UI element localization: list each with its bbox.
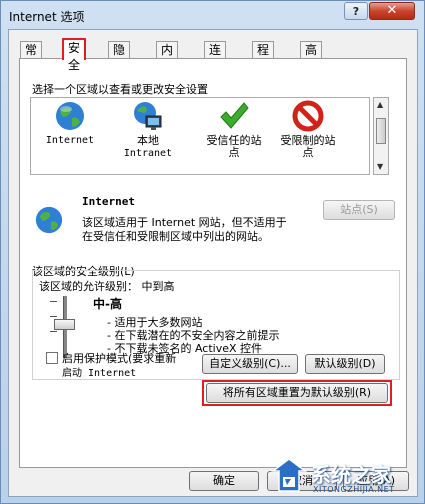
slider-tick-3 bbox=[50, 331, 57, 332]
scroll-up-icon[interactable]: ▲ bbox=[377, 100, 383, 109]
protected-mode-label-line2: 启动 Internet bbox=[62, 368, 137, 379]
selected-zone-name: Internet bbox=[82, 195, 135, 208]
slider-tick-top bbox=[50, 301, 57, 302]
watermark-subtext: XITONGZHIJIA.NET bbox=[313, 485, 395, 494]
zone-list: Internet 本地 Intranet 受信任的站 点 受限制的站 点 bbox=[30, 97, 370, 175]
zone-local-intranet-label-line1: 本地 bbox=[137, 134, 159, 147]
dialog-client-area: 常规 安全 隐私 内容 连接 程序 高级 选择一个区域以查看或更改安全设置 I bbox=[8, 29, 418, 497]
ok-button[interactable]: 确定 bbox=[189, 471, 259, 491]
zone-restricted-sites[interactable]: 受限制的站 点 bbox=[269, 100, 347, 159]
title-bar[interactable]: Internet 选项 ? ✕ bbox=[1, 1, 424, 29]
help-button[interactable]: ? bbox=[344, 2, 368, 20]
internet-options-window: Internet 选项 ? ✕ 常规 安全 隐私 内容 连接 程序 高级 选择一… bbox=[0, 0, 425, 504]
close-button[interactable]: ✕ bbox=[369, 2, 415, 20]
tab-programs[interactable]: 程序 bbox=[252, 41, 275, 74]
protected-mode-checkbox[interactable] bbox=[46, 352, 58, 364]
tab-content[interactable]: 内容 bbox=[156, 41, 179, 74]
intranet-icon bbox=[134, 102, 162, 130]
scroll-down-icon[interactable]: ▼ bbox=[377, 162, 383, 171]
tab-advanced[interactable]: 高级 bbox=[300, 41, 323, 74]
allowed-levels-label: 该区域的允许级别： 中到高 bbox=[39, 280, 175, 293]
reset-all-highlight: 将所有区域重置为默认级别(R) bbox=[202, 380, 392, 406]
watermark-logo-icon bbox=[270, 458, 308, 492]
globe-icon bbox=[56, 102, 84, 130]
zone-trusted-sites[interactable]: 受信任的站 点 bbox=[195, 100, 273, 159]
security-level-name: 中-高 bbox=[93, 297, 122, 311]
security-tab-panel: 选择一个区域以查看或更改安全设置 Internet 本地 Intranet 受信… bbox=[19, 58, 407, 468]
window-title: Internet 选项 bbox=[9, 10, 85, 24]
reset-all-zones-button[interactable]: 将所有区域重置为默认级别(R) bbox=[206, 383, 388, 403]
zone-local-intranet-label-line2: Intranet bbox=[123, 148, 173, 159]
zone-restricted-sites-label-line2: 点 bbox=[302, 146, 314, 159]
restricted-icon bbox=[292, 100, 324, 132]
selected-zone-description-line2: 在受信任和受限制区域中列出的网站。 bbox=[82, 230, 269, 243]
zone-internet-label: Internet bbox=[45, 135, 95, 146]
tab-general[interactable]: 常规 bbox=[20, 41, 43, 74]
scroll-thumb[interactable] bbox=[376, 118, 386, 144]
tab-privacy[interactable]: 隐私 bbox=[108, 41, 131, 74]
watermark-text: 系统之家 bbox=[311, 463, 391, 487]
zone-list-scrollbar[interactable]: ▲ ▼ bbox=[373, 97, 389, 175]
zone-trusted-sites-label-line2: 点 bbox=[228, 146, 240, 159]
selected-zone-globe-icon bbox=[35, 206, 63, 234]
zone-internet[interactable]: Internet bbox=[31, 100, 109, 147]
security-level-slider-thumb[interactable] bbox=[54, 319, 75, 330]
tab-connections[interactable]: 连接 bbox=[204, 41, 227, 74]
site-watermark: 系统之家 XITONGZHIJIA.NET bbox=[269, 453, 419, 501]
sites-button[interactable]: 站点(S) bbox=[323, 200, 395, 220]
default-level-button[interactable]: 默认级别(D) bbox=[305, 354, 385, 374]
slider-tick-2 bbox=[50, 316, 57, 317]
checkmark-icon bbox=[220, 102, 249, 129]
select-zone-prompt: 选择一个区域以查看或更改安全设置 bbox=[32, 83, 208, 96]
tab-security[interactable]: 安全 bbox=[62, 38, 87, 72]
zone-local-intranet[interactable]: 本地 Intranet bbox=[109, 100, 187, 160]
custom-level-button[interactable]: 自定义级别(C)... bbox=[202, 354, 298, 374]
